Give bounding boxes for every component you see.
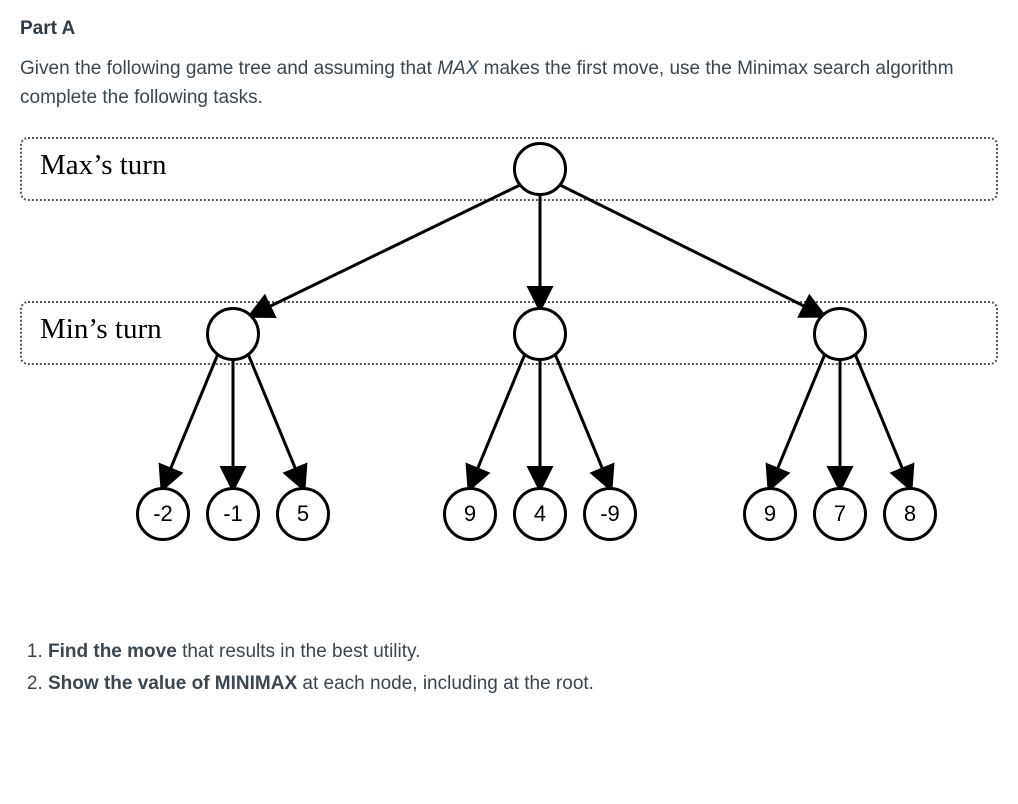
node-min-0 [206, 307, 260, 361]
max-turn-box: Max’s turn [20, 137, 998, 201]
intro-text: Given the following game tree and assumi… [20, 54, 998, 113]
task-1-bold: Find the move [48, 641, 177, 662]
node-min-1 [513, 307, 567, 361]
task-item-1: Find the move that results in the best u… [48, 637, 998, 667]
node-root [513, 142, 567, 196]
leaf-value: 7 [834, 501, 846, 527]
node-leaf-6: 9 [743, 487, 797, 541]
leaf-value: -9 [600, 501, 620, 527]
task-list: Find the move that results in the best u… [20, 637, 998, 700]
intro-em: MAX [437, 58, 478, 79]
leaf-value: 9 [464, 501, 476, 527]
node-leaf-7: 7 [813, 487, 867, 541]
node-leaf-5: -9 [583, 487, 637, 541]
max-turn-label: Max’s turn [40, 149, 166, 181]
node-leaf-2: 5 [276, 487, 330, 541]
task-2-rest: at each node, including at the root. [297, 673, 594, 694]
game-tree-diagram: Max’s turn Min’s turn -2 -1 5 9 4 [20, 137, 998, 597]
node-leaf-3: 9 [443, 487, 497, 541]
leaf-value: -2 [153, 501, 173, 527]
node-leaf-1: -1 [206, 487, 260, 541]
task-1-rest: that results in the best utility. [177, 641, 421, 662]
node-leaf-4: 4 [513, 487, 567, 541]
leaf-value: 5 [297, 501, 309, 527]
leaf-value: 9 [764, 501, 776, 527]
node-leaf-0: -2 [136, 487, 190, 541]
task-item-2: Show the value of MINIMAX at each node, … [48, 669, 998, 699]
intro-pre: Given the following game tree and assumi… [20, 58, 437, 79]
leaf-value: -1 [223, 501, 243, 527]
leaf-value: 8 [904, 501, 916, 527]
node-leaf-8: 8 [883, 487, 937, 541]
min-turn-label: Min’s turn [40, 313, 162, 345]
part-heading: Part A [20, 18, 998, 40]
node-min-2 [813, 307, 867, 361]
leaf-value: 4 [534, 501, 546, 527]
task-2-bold: Show the value of MINIMAX [48, 673, 297, 694]
